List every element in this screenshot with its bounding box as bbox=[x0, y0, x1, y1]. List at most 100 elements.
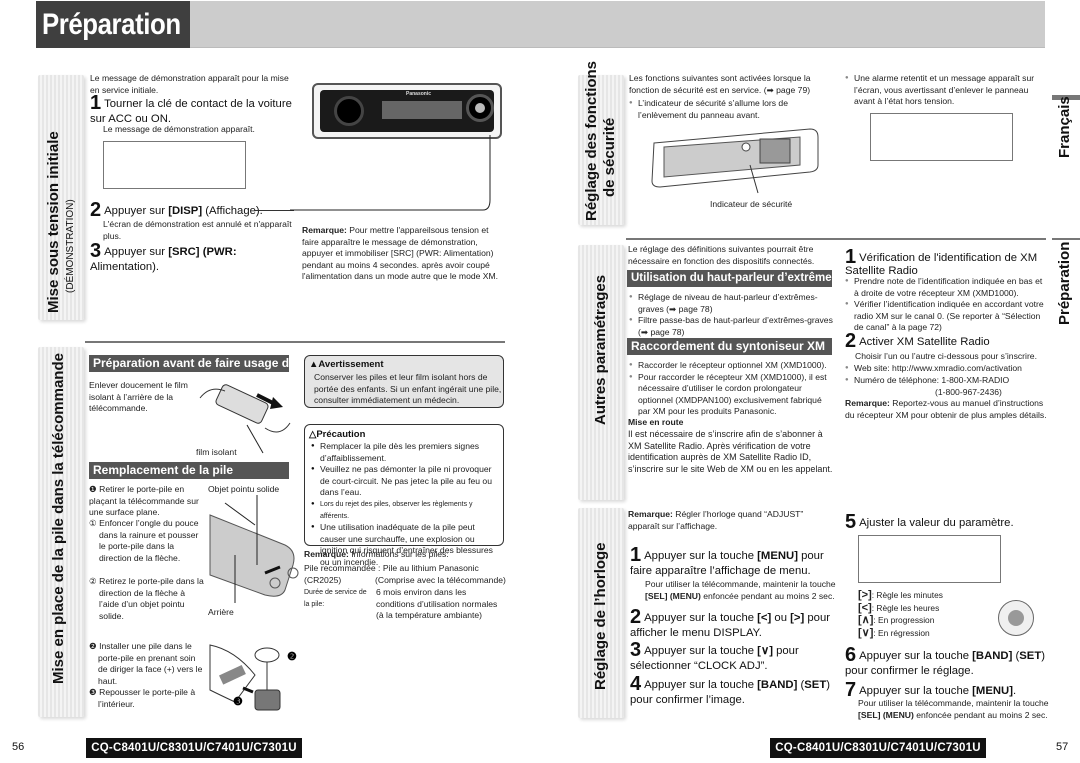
volume-knob bbox=[334, 96, 364, 126]
xm-step-item: Vérifier l’identification indiquée en ac… bbox=[845, 299, 1045, 334]
xm-item: Raccorder le récepteur optionnel XM (XMD… bbox=[629, 360, 834, 372]
subwoofer-item: Réglage de niveau de haut-parleur d’extr… bbox=[629, 292, 834, 315]
clock-step-2: 2 Appuyer sur la touche [<] ou [>] pour a… bbox=[630, 606, 831, 639]
warning-text: Conserver les piles et leur film isolant… bbox=[314, 372, 502, 406]
xm-phone: Numéro de téléphone: 1-800-XM-RADIO bbox=[845, 375, 1045, 387]
car-stereo-illustration: Panasonic bbox=[312, 83, 502, 139]
replace-substep-2: ② Retirez le porte-pile dans la directio… bbox=[89, 576, 204, 621]
control-dial bbox=[466, 94, 494, 122]
step-3: 3 Appuyer sur [SRC] (PWR: Alimentation). bbox=[90, 240, 237, 273]
section-tab-power-on: Mise sous tension initiale (DÉMONSTRATIO… bbox=[38, 75, 84, 320]
clock-step-5: 5 Ajuster la valeur du paramètre. bbox=[845, 511, 1014, 533]
clock-step-1: 1 Appuyer sur la touche [MENU] pour faire… bbox=[630, 544, 824, 577]
caution-item: Remplacer la pile dès les premiers signe… bbox=[311, 441, 501, 464]
callout-line bbox=[254, 210, 294, 211]
warning-icon: ▲ bbox=[309, 359, 319, 370]
key-legend-item: [∧]: En progression bbox=[858, 614, 935, 626]
subwoofer-header: Utilisation du haut-parleur d’extrêmes-g… bbox=[627, 270, 832, 287]
section-tab-title: Réglage de l’horloge bbox=[592, 542, 609, 690]
film-label: film isolant bbox=[196, 447, 237, 457]
security-list-2: Une alarme retentit et un message appara… bbox=[845, 73, 1045, 108]
warning-title: ▲Avertissement bbox=[309, 359, 384, 370]
caution-item: Veuillez ne pas démonter la pile ni prov… bbox=[311, 464, 501, 499]
xm-header: Raccordement du syntoniseur XM bbox=[627, 338, 832, 355]
section-tab-title: Autres paramétrages bbox=[592, 274, 609, 425]
other-intro: Le réglage des définitions suivantes pou… bbox=[628, 244, 815, 266]
section-tab-security: Réglage des fonctions de sécurité bbox=[578, 61, 624, 225]
model-label-right: CQ-C8401U/C8301U/C7401U/C7301U bbox=[770, 738, 986, 758]
battery-recommended-note: (Comprise avec la télécommande) bbox=[375, 575, 506, 585]
section-tab-title: Mise sous tension initiale bbox=[45, 131, 62, 313]
security-item: Une alarme retentit et un message appara… bbox=[845, 73, 1045, 108]
warning-box: ▲Avertissement Conserver les piles et le… bbox=[304, 355, 504, 408]
step-1: 1 Tourner la clé de contact de la voiture… bbox=[90, 92, 292, 125]
xm-step-1: 1 Vérification de l'identification de XM … bbox=[845, 246, 1038, 277]
section-tab-subtitle: (DÉMONSTRATION) bbox=[65, 199, 76, 293]
clock-step-3: 3 Appuyer sur la touche [∨] pour sélectio… bbox=[630, 639, 799, 672]
battery-holder-illustration bbox=[209, 495, 299, 603]
clock-step-6: 6 Appuyer sur la touche [BAND] (SET) pour… bbox=[845, 644, 1045, 677]
battery-install-illustration: ❷ ❸ bbox=[209, 644, 297, 711]
xm-item: Pour raccorder le récepteur XM (XMD1000)… bbox=[629, 372, 834, 418]
replace-step-2: ❷ Installer une pile dans le porte-pile … bbox=[89, 641, 203, 686]
prep-text: Enlever doucement le film isolant à l’ar… bbox=[89, 380, 188, 414]
section-tab-title: Réglage des fonctions bbox=[583, 60, 600, 221]
page-number-right: 57 bbox=[1056, 741, 1069, 753]
security-intro: Les fonctions suivantes sont activées lo… bbox=[629, 73, 811, 95]
step-2-note: L'écran de démonstration est annulé et n… bbox=[103, 219, 292, 241]
xm-step-2: 2 Activer XM Satellite Radio bbox=[845, 330, 990, 352]
battery-remark: Remarque: Informations sur les piles: bbox=[304, 549, 449, 559]
caution-item: Une utilisation inadéquate de la pile pe… bbox=[311, 522, 501, 568]
xm-step-item: Prendre note de l’identification indiqué… bbox=[845, 276, 1045, 299]
svg-text:❸: ❸ bbox=[233, 696, 243, 708]
replace-substep-1: ① Enfoncer l’ongle du pouce dans la rain… bbox=[89, 518, 199, 563]
battery-life-label: Durée de service de la pile: bbox=[304, 589, 367, 608]
xm-step-1-list: Prendre note de l’identification indiqué… bbox=[845, 276, 1045, 334]
page-title: Préparation bbox=[36, 1, 190, 48]
security-item: L’indicateur de sécurité s’allume lors d… bbox=[629, 98, 834, 121]
power-remark: Remarque: Pour mettre l'appareilsous ten… bbox=[302, 225, 499, 282]
section-divider bbox=[85, 341, 505, 343]
clock-remark: Remarque: Régler l’horloge quand “ADJUST… bbox=[628, 509, 804, 531]
brand-label: Panasonic bbox=[406, 91, 432, 97]
battery-life-value: 6 mois environ dans les conditions d’uti… bbox=[376, 587, 498, 621]
display-illustration bbox=[858, 535, 1001, 583]
section-tab-battery: Mise en place de la pile dans la télécom… bbox=[38, 347, 84, 717]
xm-phone-alt: (1-800-967-2436) bbox=[935, 387, 1002, 397]
prep-header: Préparation avant de faire usage de l’ap… bbox=[89, 355, 289, 372]
clock-step-7-note: Pour utiliser la télécommande, maintenir… bbox=[858, 698, 1049, 720]
clock-step-1-note: Pour utiliser la télécommande, maintenir… bbox=[645, 579, 836, 601]
front-panel-illustration bbox=[651, 128, 819, 194]
callout-connector bbox=[290, 135, 491, 211]
caution-box: △Précaution Remplacer la pile dès les pr… bbox=[304, 424, 504, 567]
step-1-note: Le message de démonstration apparaît. bbox=[103, 124, 255, 134]
section-tab-other-settings: Autres paramétrages bbox=[578, 245, 624, 500]
xm-website: Web site: http://www.xmradio.com/activat… bbox=[845, 363, 1045, 375]
xm-list: Raccorder le récepteur optionnel XM (XMD… bbox=[629, 360, 834, 418]
start-text: Il est nécessaire de s’inscrire afin de … bbox=[628, 429, 833, 474]
security-list-1: L’indicateur de sécurité s’allume lors d… bbox=[629, 98, 834, 121]
display-window bbox=[382, 101, 462, 119]
section-tab-clock: Réglage de l’horloge bbox=[578, 508, 624, 718]
indicator-label: Indicateur de sécurité bbox=[710, 199, 793, 209]
subwoofer-item: Filtre passe-bas de haut-parleur d’extrê… bbox=[629, 315, 834, 338]
control-dial-icon bbox=[998, 600, 1034, 636]
section-tab-title: Mise en place de la pile dans la télécom… bbox=[50, 353, 67, 684]
start-title: Mise en route bbox=[628, 417, 684, 427]
svg-text:❷: ❷ bbox=[287, 651, 297, 663]
replace-header: Remplacement de la pile bbox=[89, 462, 289, 479]
xm-remark: Remarque: Reportez-vous au manuel d’inst… bbox=[845, 398, 1047, 420]
intro-text: Le message de démonstration apparaît pou… bbox=[90, 73, 289, 95]
caution-item: Lors du rejet des piles, observer les rè… bbox=[311, 499, 501, 522]
replace-step-1: ❶ Retirer le porte-pile en plaçant la té… bbox=[89, 484, 199, 518]
caution-title: △Précaution bbox=[309, 429, 366, 440]
tool-label: Objet pointu solide bbox=[208, 484, 280, 494]
chapter-tab: Préparation bbox=[1056, 241, 1073, 325]
model-label-left: CQ-C8401U/C8301U/C7401U/C7301U bbox=[86, 738, 302, 758]
subwoofer-list: Réglage de niveau de haut-parleur d’extr… bbox=[629, 292, 834, 338]
display-illustration bbox=[103, 141, 246, 189]
xm-step-2-list: Web site: http://www.xmradio.com/activat… bbox=[845, 363, 1045, 386]
clock-step-4: 4 Appuyer sur la touche [BAND] (SET) pour… bbox=[630, 673, 830, 706]
xm-step-2-note: Choisir l’un ou l’autre ci-dessous pour … bbox=[855, 351, 1037, 361]
language-tab: Français bbox=[1056, 96, 1073, 158]
